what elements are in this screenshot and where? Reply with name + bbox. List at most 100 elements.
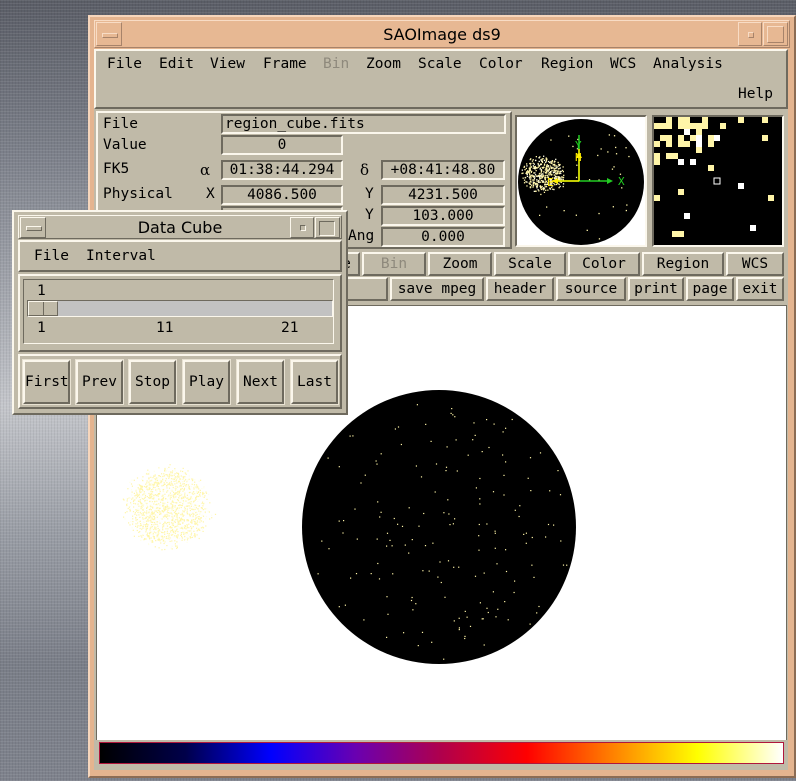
photon-event — [203, 492, 205, 495]
bb-page-button[interactable]: page — [686, 277, 734, 301]
bb-color-button[interactable]: Color — [568, 252, 640, 276]
cube-minimize-button[interactable] — [290, 217, 314, 238]
cube-maximize-button[interactable] — [315, 217, 340, 238]
menu-view[interactable]: View — [208, 56, 247, 72]
photon-event — [152, 521, 154, 523]
photon-event — [443, 658, 445, 660]
photon-event — [143, 491, 145, 493]
bb-print-button[interactable]: print — [628, 277, 684, 301]
photon-event — [543, 171, 545, 173]
photon-event — [503, 474, 505, 476]
slice-slider[interactable] — [27, 300, 333, 317]
photon-event — [169, 494, 171, 496]
cube-menu-interval[interactable]: Interval — [84, 248, 158, 264]
photon-event — [133, 479, 135, 481]
photon-event — [134, 495, 136, 497]
photon-event — [162, 524, 164, 526]
photon-event — [174, 532, 176, 534]
photon-event — [150, 484, 152, 486]
photon-event — [174, 544, 176, 546]
photon-event — [540, 187, 542, 189]
colorbar[interactable] — [99, 742, 784, 764]
photon-event — [169, 526, 171, 528]
maximize-button[interactable] — [763, 22, 788, 46]
menu-color[interactable]: Color — [477, 56, 525, 72]
menu-scale[interactable]: Scale — [416, 56, 464, 72]
minimize-button[interactable] — [738, 22, 762, 46]
photon-event — [160, 513, 162, 515]
menu-file[interactable]: File — [105, 56, 144, 72]
photon-event — [199, 529, 201, 531]
first-button[interactable]: First — [22, 359, 71, 405]
next-button[interactable]: Next — [236, 359, 285, 405]
panner[interactable]: X Y N E — [515, 115, 647, 247]
photon-event — [180, 492, 182, 495]
menu-region[interactable]: Region — [539, 56, 595, 72]
photon-event — [486, 607, 488, 609]
photon-event — [197, 529, 199, 531]
photon-event — [534, 174, 537, 176]
photon-event — [165, 537, 167, 539]
data-cube-title-bar[interactable]: Data Cube — [18, 215, 342, 239]
photon-event — [190, 505, 192, 507]
slider-thumb[interactable] — [28, 301, 58, 316]
photon-event — [160, 517, 162, 520]
bb-zoom-button[interactable]: Zoom — [428, 252, 492, 276]
prev-button[interactable]: Prev — [75, 359, 124, 405]
play-button[interactable]: Play — [182, 359, 231, 405]
photon-event — [445, 470, 447, 472]
cube-menu-file[interactable]: File — [32, 248, 71, 264]
bb-scale-button[interactable]: Scale — [494, 252, 566, 276]
photon-event — [129, 508, 131, 510]
photon-event — [142, 476, 144, 478]
menu-frame[interactable]: Frame — [261, 56, 309, 72]
menu-zoom[interactable]: Zoom — [364, 56, 403, 72]
photon-event — [613, 166, 615, 168]
photon-event — [150, 475, 152, 477]
menu-analysis[interactable]: Analysis — [651, 56, 725, 72]
photon-event — [202, 515, 205, 517]
bb-exit-button[interactable]: exit — [736, 277, 784, 301]
bb-source-button[interactable]: source — [556, 277, 626, 301]
photon-event — [137, 509, 139, 511]
menu-wcs[interactable]: WCS — [608, 56, 638, 72]
photon-event — [170, 527, 172, 529]
photon-event — [148, 489, 150, 492]
photon-event — [684, 123, 690, 129]
photon-event — [488, 446, 490, 449]
photon-event — [376, 538, 378, 540]
bb-header-button[interactable]: header — [486, 277, 554, 301]
bb-save-mpeg-button[interactable]: save mpeg — [390, 277, 484, 301]
menu-edit[interactable]: Edit — [157, 56, 196, 72]
photon-event — [338, 606, 340, 608]
stop-button[interactable]: Stop — [128, 359, 177, 405]
photon-event — [172, 509, 175, 512]
last-button[interactable]: Last — [290, 359, 339, 405]
photon-event — [615, 153, 618, 155]
photon-event — [148, 481, 150, 483]
photon-event — [540, 179, 543, 182]
photon-event — [178, 490, 180, 492]
menu-help[interactable]: Help — [736, 86, 775, 102]
fk5-label: FK5 — [103, 161, 130, 177]
photon-event — [163, 525, 165, 527]
main-title-bar[interactable]: SAOImage ds9 — [94, 20, 790, 48]
photon-event — [162, 496, 164, 498]
photon-event — [163, 536, 166, 538]
photon-event — [198, 521, 200, 523]
photon-event — [171, 506, 173, 508]
bb-region-button[interactable]: Region — [642, 252, 724, 276]
photon-event — [173, 501, 175, 504]
photon-event — [178, 495, 180, 497]
photon-event — [175, 479, 177, 481]
photon-event — [138, 514, 140, 516]
photon-event — [458, 617, 460, 619]
photon-event — [153, 538, 156, 540]
bb-wcs-button[interactable]: WCS — [726, 252, 784, 276]
photon-event — [157, 515, 159, 517]
photon-event — [124, 512, 126, 514]
photon-event — [654, 153, 660, 159]
bb-bin-button: Bin — [362, 252, 426, 276]
photon-event — [478, 549, 480, 551]
photon-event — [182, 483, 184, 485]
